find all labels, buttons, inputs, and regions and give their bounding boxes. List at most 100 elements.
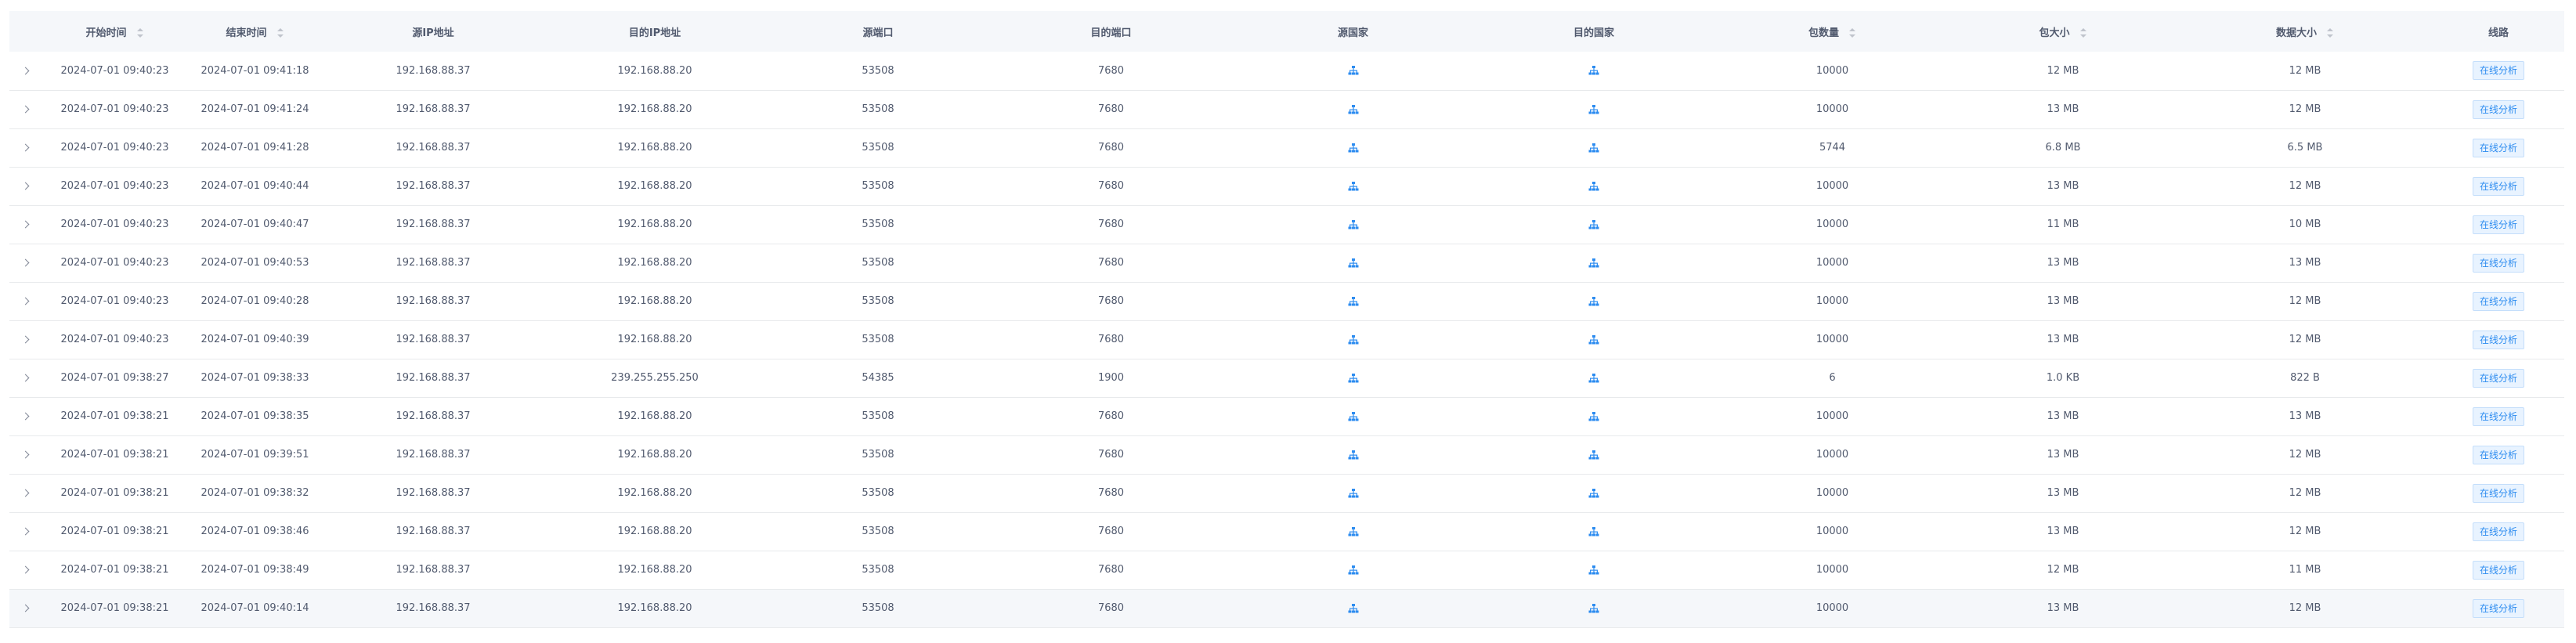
network-icon	[1588, 257, 1599, 269]
chevron-right-icon[interactable]	[21, 220, 30, 229]
online-analysis-button[interactable]: 在线分析	[2472, 560, 2524, 580]
chevron-right-icon[interactable]	[21, 604, 30, 612]
row-expand[interactable]	[9, 359, 45, 397]
online-analysis-button[interactable]: 在线分析	[2472, 99, 2524, 119]
table-row[interactable]: 2024-07-01 09:40:23 2024-07-01 09:40:53 19…	[9, 244, 2564, 282]
cell-dst-port: 7680	[1097, 602, 1125, 614]
table-row[interactable]: 2024-07-01 09:38:21 2024-07-01 09:38:32 19…	[9, 474, 2564, 512]
cell-dst-port: 7680	[1097, 257, 1125, 269]
network-icon	[1588, 142, 1599, 154]
cell-start-time: 2024-07-01 09:40:23	[60, 103, 169, 115]
row-expand[interactable]	[9, 128, 45, 167]
cell-dst-port: 7680	[1097, 295, 1125, 307]
table-row[interactable]: 2024-07-01 09:40:23 2024-07-01 09:40:28 19…	[9, 282, 2564, 320]
row-expand[interactable]	[9, 205, 45, 244]
chevron-right-icon[interactable]	[21, 67, 30, 75]
cell-packet-size: 11 MB	[2047, 219, 2079, 230]
chevron-right-icon[interactable]	[21, 258, 30, 267]
chevron-right-icon[interactable]	[21, 489, 30, 497]
chevron-right-icon[interactable]	[21, 412, 30, 421]
sort-icon[interactable]	[1848, 28, 1856, 38]
cell-data-size: 12 MB	[2289, 334, 2321, 345]
cell-dst-port: 7680	[1097, 449, 1125, 461]
cell-packet-count: 10000	[1815, 410, 1849, 422]
table-row[interactable]: 2024-07-01 09:38:21 2024-07-01 09:40:14 19…	[9, 589, 2564, 627]
row-expand[interactable]	[9, 512, 45, 551]
chevron-right-icon[interactable]	[21, 143, 30, 152]
chevron-right-icon[interactable]	[21, 105, 30, 114]
cell-path: 在线分析	[2433, 551, 2564, 589]
table-row[interactable]: 2024-07-01 09:40:23 2024-07-01 09:41:28 19…	[9, 128, 2564, 167]
cell-src-country	[1234, 474, 1472, 512]
chevron-right-icon[interactable]	[21, 182, 30, 190]
chevron-right-icon[interactable]	[21, 335, 30, 344]
table-row[interactable]: 2024-07-01 09:40:23 2024-07-01 09:41:18 19…	[9, 52, 2564, 90]
cell-dst-ip: 192.168.88.20	[617, 103, 692, 115]
cell-start-time: 2024-07-01 09:38:21	[60, 564, 169, 576]
online-analysis-button[interactable]: 在线分析	[2472, 215, 2524, 234]
header-start-time[interactable]: 开始时间	[45, 11, 185, 52]
online-analysis-button[interactable]: 在线分析	[2472, 598, 2524, 618]
sort-icon[interactable]	[2079, 28, 2087, 38]
cell-src-port: 53508	[862, 219, 894, 230]
table-row[interactable]: 2024-07-01 09:38:21 2024-07-01 09:38:35 19…	[9, 397, 2564, 435]
header-data-size[interactable]: 数据大小	[2177, 11, 2433, 52]
online-analysis-button[interactable]: 在线分析	[2472, 138, 2524, 157]
row-expand[interactable]	[9, 244, 45, 282]
row-expand[interactable]	[9, 52, 45, 90]
cell-packet-size: 13 MB	[2047, 180, 2079, 192]
row-expand[interactable]	[9, 474, 45, 512]
header-end-time[interactable]: 结束时间	[185, 11, 325, 52]
online-analysis-button[interactable]: 在线分析	[2472, 61, 2524, 81]
cell-src-ip: 192.168.88.37	[396, 526, 471, 537]
sort-icon[interactable]	[136, 28, 144, 38]
cell-src-country	[1234, 282, 1472, 320]
row-expand[interactable]	[9, 397, 45, 435]
cell-end-time: 2024-07-01 09:38:32	[201, 487, 309, 499]
cell-path: 在线分析	[2433, 90, 2564, 128]
cell-src-ip: 192.168.88.37	[396, 449, 471, 461]
row-expand[interactable]	[9, 551, 45, 589]
table-row[interactable]: 2024-07-01 09:40:23 2024-07-01 09:40:39 19…	[9, 320, 2564, 359]
online-analysis-button[interactable]: 在线分析	[2472, 291, 2524, 311]
header-packet-size[interactable]: 包大小	[1949, 11, 2177, 52]
table-row[interactable]: 2024-07-01 09:38:27 2024-07-01 09:38:33 19…	[9, 359, 2564, 397]
row-expand[interactable]	[9, 589, 45, 627]
sort-icon[interactable]	[276, 28, 284, 38]
network-icon	[1588, 219, 1599, 230]
header-packet-count[interactable]: 包数量	[1716, 11, 1949, 52]
online-analysis-button[interactable]: 在线分析	[2472, 483, 2524, 503]
sort-icon[interactable]	[2326, 28, 2334, 38]
online-analysis-button[interactable]: 在线分析	[2472, 330, 2524, 349]
online-analysis-button[interactable]: 在线分析	[2472, 368, 2524, 388]
row-expand[interactable]	[9, 320, 45, 359]
row-expand[interactable]	[9, 435, 45, 474]
chevron-right-icon[interactable]	[21, 565, 30, 574]
online-analysis-button[interactable]: 在线分析	[2472, 253, 2524, 273]
online-analysis-button[interactable]: 在线分析	[2472, 522, 2524, 541]
cell-start-time: 2024-07-01 09:38:21	[60, 526, 169, 537]
table-row[interactable]: 2024-07-01 09:38:21 2024-07-01 09:39:51 19…	[9, 435, 2564, 474]
cell-data-size: 12 MB	[2289, 526, 2321, 537]
cell-src-port: 53508	[862, 410, 894, 422]
chevron-right-icon[interactable]	[21, 450, 30, 459]
row-expand[interactable]	[9, 167, 45, 205]
chevron-right-icon[interactable]	[21, 374, 30, 382]
chevron-right-icon[interactable]	[21, 527, 30, 536]
cell-dst-ip: 192.168.88.20	[617, 142, 692, 154]
online-analysis-button[interactable]: 在线分析	[2472, 445, 2524, 464]
online-analysis-button[interactable]: 在线分析	[2472, 406, 2524, 426]
cell-data-size: 822 B	[2290, 372, 2320, 384]
cell-src-ip: 192.168.88.37	[396, 219, 471, 230]
row-expand[interactable]	[9, 282, 45, 320]
cell-path: 在线分析	[2433, 589, 2564, 627]
cell-src-ip: 192.168.88.37	[396, 410, 471, 422]
table-row[interactable]: 2024-07-01 09:38:21 2024-07-01 09:38:49 19…	[9, 551, 2564, 589]
table-row[interactable]: 2024-07-01 09:38:21 2024-07-01 09:38:46 19…	[9, 512, 2564, 551]
table-row[interactable]: 2024-07-01 09:40:23 2024-07-01 09:41:24 19…	[9, 90, 2564, 128]
chevron-right-icon[interactable]	[21, 297, 30, 305]
table-row[interactable]: 2024-07-01 09:40:23 2024-07-01 09:40:47 19…	[9, 205, 2564, 244]
table-row[interactable]: 2024-07-01 09:40:23 2024-07-01 09:40:44 19…	[9, 167, 2564, 205]
row-expand[interactable]	[9, 90, 45, 128]
online-analysis-button[interactable]: 在线分析	[2472, 176, 2524, 196]
